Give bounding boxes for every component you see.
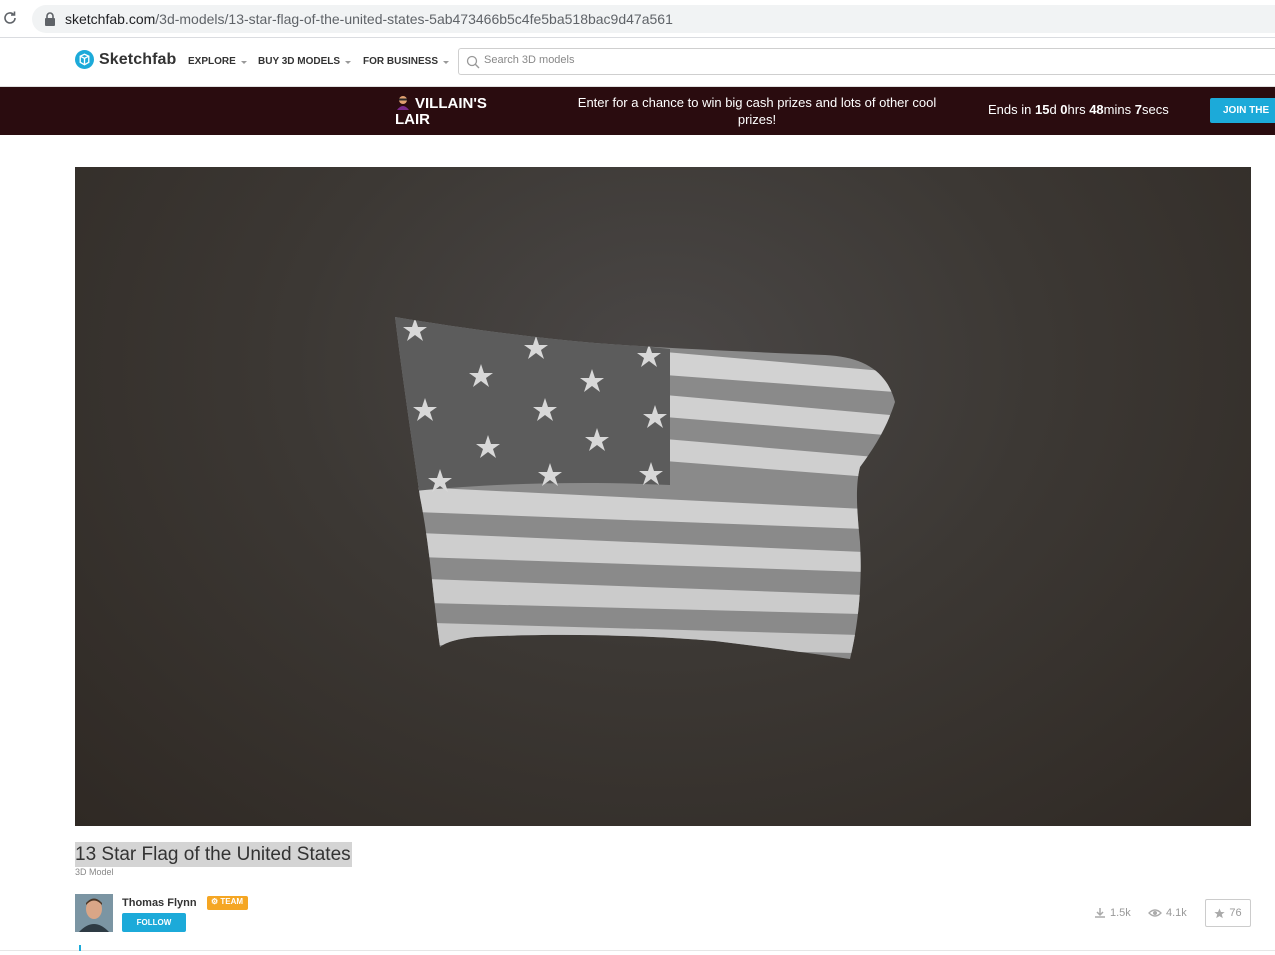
sketchfab-logo-icon xyxy=(75,50,94,69)
download-icon xyxy=(1095,908,1105,918)
countdown-secs-unit: secs xyxy=(1141,102,1169,117)
avatar[interactable] xyxy=(75,894,113,932)
promo-banner: VILLAIN'S LAIR Enter for a chance to win… xyxy=(0,87,1275,135)
chevron-down-icon xyxy=(443,60,450,64)
flag-model-image xyxy=(395,317,895,659)
star-icon xyxy=(1214,907,1226,918)
url-host: sketchfab.com xyxy=(65,11,156,27)
promo-title: VILLAIN'S LAIR xyxy=(395,94,515,128)
follow-button[interactable]: FOLLOW xyxy=(122,913,186,932)
model-title: 13 Star Flag of the United States xyxy=(75,842,352,867)
chevron-down-icon xyxy=(240,60,247,64)
promo-text: Enter for a chance to win big cash prize… xyxy=(577,95,937,127)
search-icon xyxy=(466,55,480,69)
model-viewer[interactable] xyxy=(75,167,1251,826)
nav-buy-3d-models[interactable]: BUY 3D MODELS xyxy=(258,56,352,67)
eye-icon xyxy=(1148,909,1162,917)
nav-buy-label: BUY 3D MODELS xyxy=(258,56,341,67)
countdown-days-unit: d xyxy=(1049,102,1061,117)
model-type: 3D Model xyxy=(75,867,114,877)
join-button[interactable]: JOIN THE xyxy=(1210,98,1275,123)
view-count: 4.1k xyxy=(1148,907,1187,919)
search-box xyxy=(458,48,1275,75)
countdown-secs: 7 xyxy=(1134,102,1142,117)
like-button[interactable]: 76 xyxy=(1205,899,1251,927)
lock-icon xyxy=(45,12,55,26)
section-divider xyxy=(0,950,1275,951)
countdown-hours: 0 xyxy=(1060,102,1068,117)
countdown-hours-unit: hrs xyxy=(1067,102,1090,117)
chevron-down-icon xyxy=(345,60,352,64)
url-text: sketchfab.com/3d-models/13-star-flag-of-… xyxy=(65,11,673,27)
countdown-prefix: Ends in xyxy=(988,102,1035,117)
countdown-mins: 48 xyxy=(1089,102,1104,117)
url-field[interactable]: sketchfab.com/3d-models/13-star-flag-of-… xyxy=(32,5,1275,33)
nav-explore-label: EXPLORE xyxy=(188,56,236,67)
browser-address-bar: sketchfab.com/3d-models/13-star-flag-of-… xyxy=(0,0,1275,38)
reload-icon[interactable] xyxy=(2,10,18,26)
nav-explore[interactable]: EXPLORE xyxy=(188,56,247,67)
site-header: Sketchfab EXPLORE BUY 3D MODELS FOR BUSI… xyxy=(0,38,1275,87)
countdown-mins-unit: mins xyxy=(1103,102,1135,117)
logo-text: Sketchfab xyxy=(99,50,177,68)
author-name[interactable]: Thomas Flynn xyxy=(122,897,197,909)
search-input[interactable] xyxy=(484,54,1184,66)
villain-icon xyxy=(397,96,409,110)
promo-countdown: Ends in 15d 0hrs 48mins 7secs xyxy=(988,102,1169,117)
like-count: 76 xyxy=(1229,907,1242,919)
countdown-days: 15 xyxy=(1034,102,1050,117)
tab-indicator xyxy=(79,945,81,951)
team-badge-label: TEAM xyxy=(220,897,244,906)
nav-business-label: FOR BUSINESS xyxy=(363,56,439,67)
view-count-value: 4.1k xyxy=(1166,907,1187,919)
sketchfab-logo[interactable]: Sketchfab xyxy=(75,50,176,69)
team-badge: ⚙ TEAM xyxy=(207,896,249,910)
avatar-image xyxy=(75,894,113,932)
download-count-value: 1.5k xyxy=(1110,907,1131,919)
url-path: /3d-models/13-star-flag-of-the-united-st… xyxy=(155,11,673,27)
nav-for-business[interactable]: FOR BUSINESS xyxy=(363,56,450,67)
download-count: 1.5k xyxy=(1094,907,1131,919)
